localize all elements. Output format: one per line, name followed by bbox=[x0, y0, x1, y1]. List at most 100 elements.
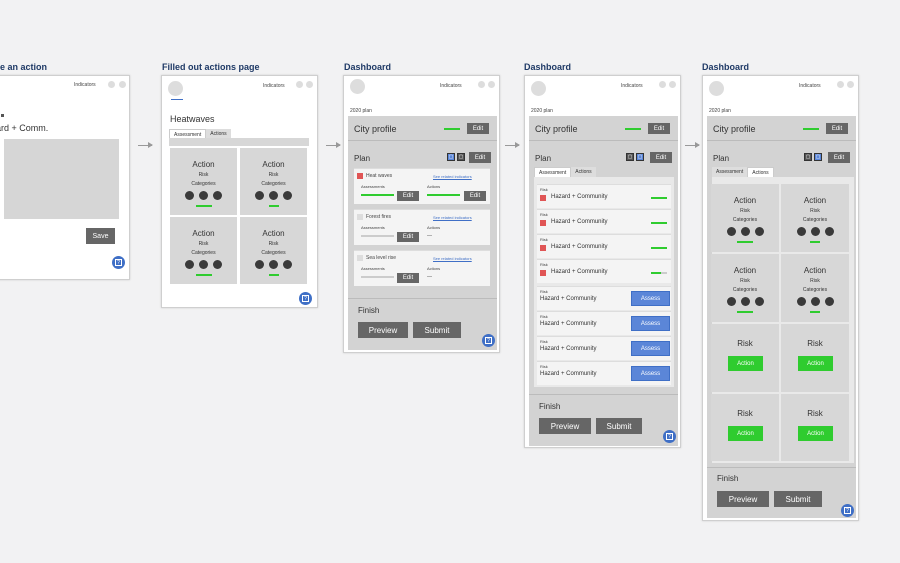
frame-title-dashboard-1: Dashboard bbox=[344, 62, 392, 72]
table-row[interactable]: Risk Hazard + Community Assess bbox=[537, 361, 671, 385]
risk-square bbox=[540, 245, 546, 251]
edit-button[interactable]: Edit bbox=[397, 191, 419, 201]
action-card[interactable]: Action Risk Categories bbox=[781, 254, 849, 322]
icon-circle[interactable] bbox=[306, 81, 313, 88]
indicators-link[interactable]: Indicators bbox=[74, 82, 96, 88]
action-card[interactable]: Action Risk Categories bbox=[240, 148, 307, 215]
avatar[interactable] bbox=[531, 81, 546, 96]
table-row[interactable]: Risk Hazard + Community Assess bbox=[537, 286, 671, 310]
list-view-icon[interactable]: ▢ bbox=[636, 153, 644, 161]
assess-button[interactable]: Assess bbox=[631, 341, 670, 356]
grid-view-icon[interactable]: ▢ bbox=[804, 153, 812, 161]
list-item[interactable]: Heat waves See related indicators Assess… bbox=[354, 168, 490, 204]
progress-bar bbox=[361, 276, 394, 278]
action-card[interactable]: Action Risk Categories bbox=[711, 184, 779, 252]
city-profile-title: City profile bbox=[713, 124, 756, 134]
help-icon[interactable]: ? bbox=[112, 256, 125, 269]
action-card[interactable]: Action Risk Categories bbox=[781, 184, 849, 252]
help-icon[interactable]: ? bbox=[299, 292, 312, 305]
indicators-link[interactable]: Indicators bbox=[799, 83, 821, 89]
list-item[interactable]: Forest fires See related indicators Asse… bbox=[354, 209, 490, 245]
edit-plan-button[interactable]: Edit bbox=[828, 152, 850, 163]
add-action-button[interactable]: Action bbox=[728, 426, 763, 441]
icon-circle[interactable] bbox=[669, 81, 676, 88]
icon-circle[interactable] bbox=[296, 81, 303, 88]
assess-button[interactable]: Assess bbox=[631, 366, 670, 381]
edit-city-profile-button[interactable]: Edit bbox=[467, 123, 489, 134]
category-dot bbox=[283, 191, 292, 200]
edit-button[interactable]: Edit bbox=[464, 191, 486, 201]
add-action-button[interactable]: Action bbox=[728, 356, 763, 371]
edit-plan-button[interactable]: Edit bbox=[469, 152, 491, 163]
grid-view-icon[interactable]: ▢ bbox=[447, 153, 455, 161]
edit-city-profile-button[interactable]: Edit bbox=[826, 123, 848, 134]
action-card[interactable]: Action Risk Categories bbox=[711, 254, 779, 322]
indicators-link[interactable]: Indicators bbox=[263, 83, 285, 89]
icon-circle[interactable] bbox=[837, 81, 844, 88]
icon-circle[interactable] bbox=[478, 81, 485, 88]
assess-button[interactable]: Assess bbox=[631, 291, 670, 306]
action-card[interactable]: Action Risk Categories bbox=[170, 148, 237, 215]
add-action-button[interactable]: Action bbox=[798, 426, 833, 441]
category-dot bbox=[824, 227, 834, 236]
table-row[interactable]: Risk Hazard + Community Assess bbox=[537, 311, 671, 335]
preview-button[interactable]: Preview bbox=[539, 418, 591, 434]
page-heading: Heatwaves bbox=[170, 114, 215, 124]
table-row[interactable]: Risk Hazard + Community Assess bbox=[537, 336, 671, 360]
submit-button[interactable]: Submit bbox=[596, 418, 642, 434]
edit-city-profile-button[interactable]: Edit bbox=[648, 123, 670, 134]
table-row[interactable]: Risk Hazard + Community bbox=[537, 184, 671, 208]
preview-button[interactable]: Preview bbox=[358, 322, 408, 338]
progress-bar bbox=[803, 128, 819, 130]
add-action-button[interactable]: Action bbox=[798, 356, 833, 371]
save-button[interactable]: Save bbox=[86, 228, 115, 244]
icon-circle[interactable] bbox=[119, 81, 126, 88]
category-dot bbox=[810, 297, 820, 306]
back-arrow-icon[interactable] bbox=[171, 99, 183, 100]
plan-title: Plan bbox=[713, 154, 730, 163]
icon-circle[interactable] bbox=[488, 81, 495, 88]
related-indicators-link[interactable]: See related indicators bbox=[433, 174, 472, 179]
grid-view-icon[interactable]: ▢ bbox=[626, 153, 634, 161]
frame-dashboard-2: Indicators 2020 plan City profile Edit P… bbox=[524, 75, 681, 448]
frame-dashboard-1: Indicators 2020 plan City profile Edit P… bbox=[343, 75, 500, 353]
indicators-link[interactable]: Indicators bbox=[621, 83, 643, 89]
risk-card[interactable]: Risk Action bbox=[711, 394, 779, 461]
avatar[interactable] bbox=[350, 79, 365, 94]
risk-card[interactable]: Risk Action bbox=[711, 324, 779, 392]
category-dot bbox=[213, 260, 222, 269]
action-card[interactable]: Action Risk Categories bbox=[240, 217, 307, 284]
help-icon[interactable]: ? bbox=[841, 504, 854, 517]
table-row[interactable]: Risk Hazard + Community bbox=[537, 209, 671, 233]
help-icon[interactable]: ? bbox=[663, 430, 676, 443]
table-row[interactable]: Risk Hazard + Community bbox=[537, 234, 671, 258]
list-view-icon[interactable]: ▢ bbox=[814, 153, 822, 161]
edit-plan-button[interactable]: Edit bbox=[650, 152, 672, 163]
submit-button[interactable]: Submit bbox=[413, 322, 461, 338]
indicators-link[interactable]: Indicators bbox=[440, 83, 462, 89]
risk-card[interactable]: Risk Action bbox=[781, 324, 849, 392]
edit-button[interactable]: Edit bbox=[397, 273, 419, 283]
risk-card[interactable]: Risk Action bbox=[781, 394, 849, 461]
submit-button[interactable]: Submit bbox=[774, 491, 822, 507]
icon-circle[interactable] bbox=[659, 81, 666, 88]
preview-button[interactable]: Preview bbox=[717, 491, 769, 507]
category-dot bbox=[283, 260, 292, 269]
icon-circle[interactable] bbox=[847, 81, 854, 88]
edit-button[interactable]: Edit bbox=[397, 232, 419, 242]
category-dot bbox=[796, 227, 806, 236]
table-row[interactable]: Risk Hazard + Community bbox=[537, 259, 671, 283]
frame-title-dashboard-2: Dashboard bbox=[524, 62, 572, 72]
city-profile-title: City profile bbox=[354, 124, 397, 134]
icon-circle[interactable] bbox=[108, 81, 115, 88]
related-indicators-link[interactable]: See related indicators bbox=[433, 256, 472, 261]
frame-title-filled-actions: Filled out actions page bbox=[162, 62, 260, 72]
list-view-icon[interactable]: ▢ bbox=[457, 153, 465, 161]
action-card[interactable]: Action Risk Categories bbox=[170, 217, 237, 284]
assess-button[interactable]: Assess bbox=[631, 316, 670, 331]
list-item[interactable]: Sea level rise See related indicators As… bbox=[354, 250, 490, 286]
related-indicators-link[interactable]: See related indicators bbox=[433, 215, 472, 220]
avatar[interactable] bbox=[709, 81, 724, 96]
avatar[interactable] bbox=[168, 81, 183, 96]
help-icon[interactable]: ? bbox=[482, 334, 495, 347]
